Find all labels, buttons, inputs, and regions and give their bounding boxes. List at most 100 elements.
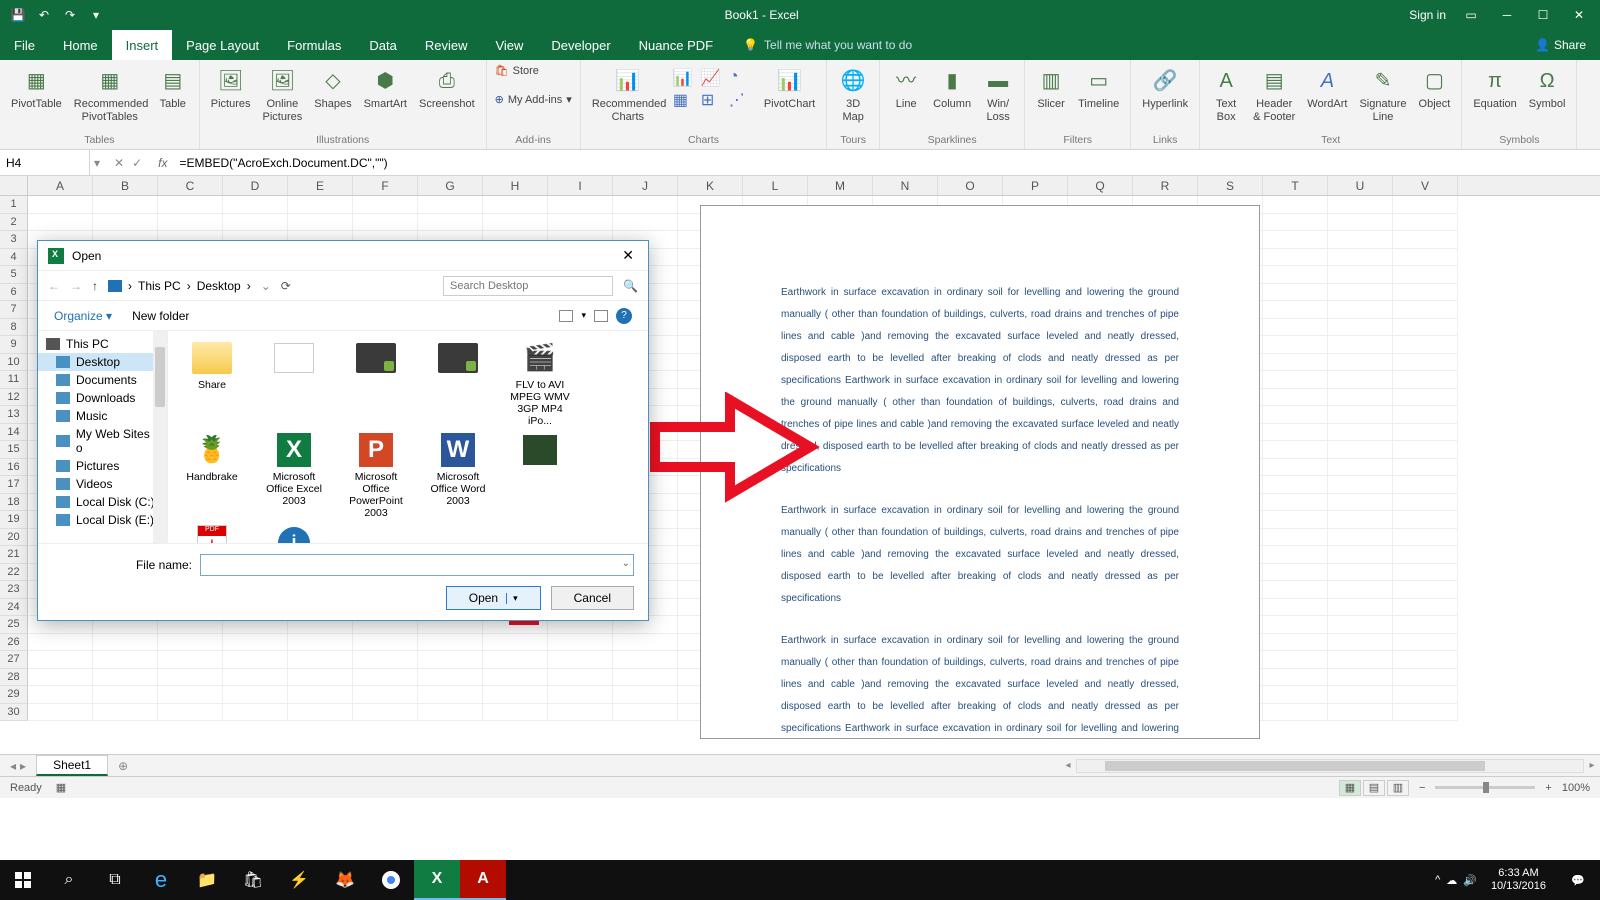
cell[interactable]	[288, 196, 353, 214]
cell[interactable]	[28, 651, 93, 669]
cell[interactable]	[613, 704, 678, 722]
wordart-button[interactable]: AWordArt	[1304, 64, 1350, 113]
cell[interactable]	[1263, 564, 1328, 582]
column-header[interactable]: T	[1263, 176, 1328, 195]
cell[interactable]	[1263, 546, 1328, 564]
cell[interactable]	[418, 651, 483, 669]
cell[interactable]	[483, 634, 548, 652]
enter-fx-icon[interactable]: ✓	[132, 156, 142, 170]
tell-me-search[interactable]: 💡 Tell me what you want to do	[727, 30, 1521, 60]
qat-customize-icon[interactable]: ▾	[88, 7, 104, 23]
row-header[interactable]: 15	[0, 441, 28, 459]
cell[interactable]	[28, 704, 93, 722]
row-header[interactable]: 6	[0, 284, 28, 302]
sparkline-winloss-button[interactable]: ▬Win/ Loss	[980, 64, 1016, 126]
column-header[interactable]: H	[483, 176, 548, 195]
cell[interactable]	[418, 196, 483, 214]
cell[interactable]	[548, 214, 613, 232]
column-header[interactable]: B	[93, 176, 158, 195]
table-button[interactable]: ▤Table	[155, 64, 191, 113]
cell[interactable]	[1263, 686, 1328, 704]
cell[interactable]	[548, 669, 613, 687]
cell[interactable]	[28, 196, 93, 214]
row-header[interactable]: 18	[0, 494, 28, 512]
cell[interactable]	[1328, 231, 1393, 249]
column-header[interactable]: K	[678, 176, 743, 195]
cell[interactable]	[223, 214, 288, 232]
store-app-icon[interactable]: 🛍	[230, 860, 276, 900]
row-header[interactable]: 24	[0, 599, 28, 617]
column-header[interactable]: A	[28, 176, 93, 195]
cell[interactable]	[613, 634, 678, 652]
cell[interactable]	[1263, 389, 1328, 407]
chart-scatter-icon[interactable]: ⋰	[729, 90, 755, 110]
pictures-button[interactable]: 🖼Pictures	[208, 64, 254, 113]
cell[interactable]	[418, 669, 483, 687]
volume-tray-icon[interactable]: 🔊	[1463, 874, 1477, 887]
refresh-icon[interactable]: ⟳	[281, 279, 291, 293]
cell[interactable]	[1263, 459, 1328, 477]
tree-scrollbar[interactable]	[153, 331, 167, 543]
cell[interactable]	[1328, 686, 1393, 704]
row-header[interactable]: 7	[0, 301, 28, 319]
row-header[interactable]: 13	[0, 406, 28, 424]
cell[interactable]	[1328, 459, 1393, 477]
tree-item[interactable]: Documents	[38, 371, 167, 389]
cell[interactable]	[288, 651, 353, 669]
cell[interactable]	[1393, 196, 1458, 214]
cell[interactable]	[93, 634, 158, 652]
open-button[interactable]: Open▾	[446, 586, 541, 610]
zoom-out-icon[interactable]: −	[1419, 782, 1425, 794]
cell[interactable]	[1328, 196, 1393, 214]
cell[interactable]	[1263, 634, 1328, 652]
symbol-button[interactable]: ΩSymbol	[1526, 64, 1569, 113]
cell[interactable]	[1393, 581, 1458, 599]
cell[interactable]	[613, 686, 678, 704]
row-header[interactable]: 25	[0, 616, 28, 634]
cell[interactable]	[1393, 424, 1458, 442]
cell[interactable]	[1263, 336, 1328, 354]
nav-back-icon[interactable]: ←	[48, 279, 60, 293]
cell[interactable]	[288, 686, 353, 704]
row-header[interactable]: 21	[0, 546, 28, 564]
cell[interactable]	[158, 634, 223, 652]
cell[interactable]	[1263, 704, 1328, 722]
select-all-corner[interactable]	[0, 176, 28, 195]
file-item[interactable]: PDF人PDF	[180, 524, 244, 544]
cell[interactable]	[548, 686, 613, 704]
chart-bar-icon[interactable]: 📊	[673, 68, 699, 88]
file-item[interactable]: Share	[180, 339, 244, 427]
cell[interactable]	[1328, 704, 1393, 722]
nav-up-icon[interactable]: ↑	[92, 279, 98, 293]
cell[interactable]	[1393, 704, 1458, 722]
textbox-button[interactable]: AText Box	[1208, 64, 1244, 126]
cell[interactable]	[483, 214, 548, 232]
column-header[interactable]: V	[1393, 176, 1458, 195]
cell[interactable]	[223, 704, 288, 722]
my-addins-button[interactable]: ⊕My Add-ins ▾	[495, 93, 572, 106]
cell[interactable]	[1328, 249, 1393, 267]
cell[interactable]	[353, 686, 418, 704]
cell[interactable]	[93, 214, 158, 232]
cell[interactable]	[1263, 319, 1328, 337]
row-header[interactable]: 20	[0, 529, 28, 547]
row-header[interactable]: 10	[0, 354, 28, 372]
file-item[interactable]	[508, 431, 572, 519]
tree-item[interactable]: Local Disk (C:)	[38, 493, 167, 511]
row-header[interactable]: 11	[0, 371, 28, 389]
chart-pie-icon[interactable]: ◔	[729, 68, 755, 88]
tab-data[interactable]: Data	[355, 30, 410, 60]
close-icon[interactable]: ✕	[1568, 8, 1590, 22]
zoom-in-icon[interactable]: +	[1545, 782, 1551, 794]
new-folder-button[interactable]: New folder	[132, 309, 189, 323]
cell[interactable]	[1393, 214, 1458, 232]
cell[interactable]	[288, 214, 353, 232]
cell[interactable]	[1328, 266, 1393, 284]
undo-icon[interactable]: ↶	[36, 7, 52, 23]
cell[interactable]	[1393, 319, 1458, 337]
cell[interactable]	[1328, 301, 1393, 319]
cell[interactable]	[353, 214, 418, 232]
tree-item[interactable]: Downloads	[38, 389, 167, 407]
cell[interactable]	[1393, 371, 1458, 389]
column-header[interactable]: O	[938, 176, 1003, 195]
